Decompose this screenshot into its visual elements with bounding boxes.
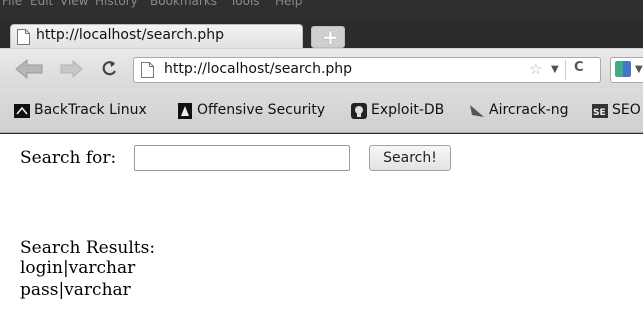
search-input[interactable] — [134, 145, 350, 171]
back-icon[interactable] — [14, 58, 44, 80]
tab-strip: http://localhost/search.php + — [0, 20, 643, 49]
search-engine-selector[interactable]: ▼ — [610, 57, 643, 83]
bookmark-label: Exploit-DB — [371, 102, 445, 118]
result-row: pass|varchar — [20, 280, 131, 300]
menu-file[interactable]: File — [2, 0, 22, 8]
seo-icon: SE — [592, 104, 608, 118]
page-icon — [17, 29, 30, 45]
refresh-icon: C — [574, 60, 584, 75]
menu-edit[interactable]: Edit — [30, 0, 53, 8]
search-button[interactable]: Search! — [369, 145, 451, 171]
navigation-toolbar: http://localhost/search.php ☆ ▼ C ▼ — [0, 48, 643, 88]
plus-icon: + — [322, 25, 339, 49]
menu-help[interactable]: Help — [275, 0, 302, 8]
url-text: http://localhost/search.php — [164, 61, 353, 77]
bookmark-label: Offensive Security — [197, 102, 326, 118]
tab-title: http://localhost/search.php — [36, 27, 225, 43]
menu-bookmarks[interactable]: Bookmarks — [150, 0, 217, 8]
results-title: Search Results: — [20, 238, 156, 258]
bookmarks-toolbar: BackTrack Linux Offensive Security Explo… — [0, 88, 643, 133]
offensive-security-icon — [178, 103, 192, 119]
menu-view[interactable]: View — [60, 0, 88, 8]
page-content: Search for: Search! Search Results: logi… — [0, 134, 643, 332]
url-bar[interactable]: http://localhost/search.php ☆ ▼ C — [133, 57, 601, 83]
search-engine-icon — [615, 61, 631, 77]
bookmark-label: Aircrack-ng — [489, 102, 569, 118]
forward-icon[interactable] — [60, 60, 84, 78]
menu-history[interactable]: History — [95, 0, 138, 8]
menu-tools[interactable]: Tools — [230, 0, 260, 8]
bookmark-label: BackTrack Linux — [34, 102, 147, 118]
new-tab-button[interactable]: + — [311, 25, 345, 49]
page-icon — [141, 62, 154, 78]
menu-bar: File Edit View History Bookmarks Tools H… — [0, 0, 643, 20]
exploit-db-icon — [351, 103, 367, 119]
result-row: login|varchar — [20, 258, 136, 278]
reload-icon[interactable] — [100, 59, 120, 79]
bookmark-label: SEO — [612, 102, 641, 118]
svg-text:SE: SE — [593, 108, 606, 118]
reload-url-button[interactable]: C — [565, 60, 595, 80]
backtrack-icon — [14, 104, 30, 118]
tab-active[interactable]: http://localhost/search.php — [10, 24, 303, 48]
history-dropdown-icon[interactable]: ▼ — [551, 64, 559, 75]
chevron-down-icon: ▼ — [635, 64, 643, 75]
bookmark-star-icon[interactable]: ☆ — [529, 60, 542, 78]
search-label: Search for: — [20, 148, 117, 168]
aircrack-icon — [470, 105, 484, 117]
